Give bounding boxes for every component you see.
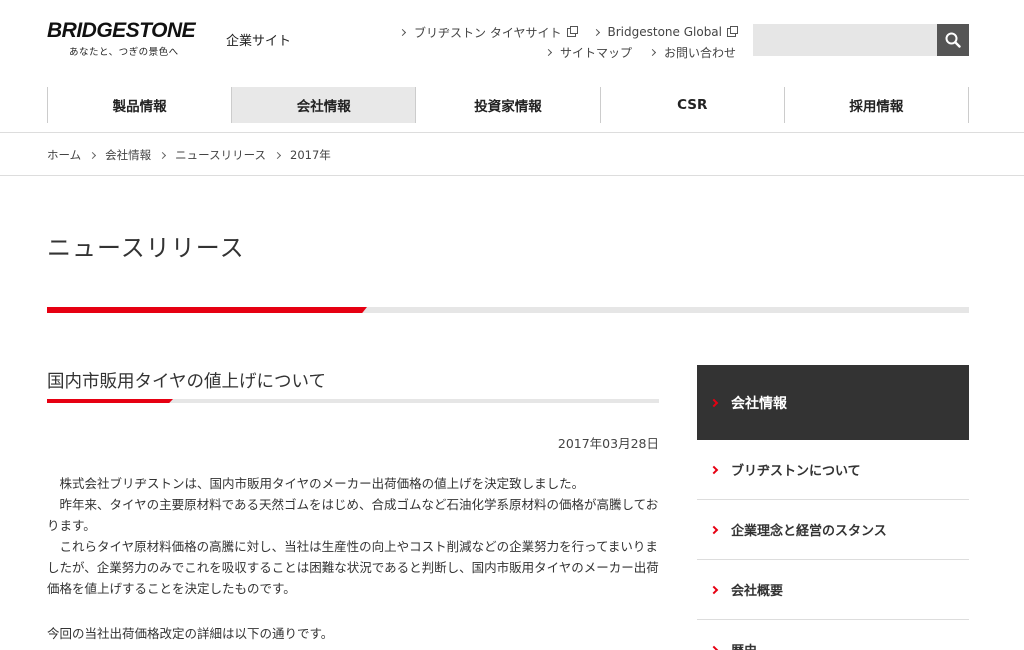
sidebar-nav: 会社情報 ブリヂストンについて 企業理念と経営のスタンス 会社概要 歴史 [697,365,969,650]
breadcrumb: ホーム 会社情報 ニュースリリース 2017年 [47,147,331,163]
search-input[interactable] [753,24,937,56]
bridgestone-logo[interactable]: BRIDGESTONE あなたと、つぎの景色へ [47,19,215,59]
breadcrumb-company[interactable]: 会社情報 [105,147,151,163]
sidebar-heading[interactable]: 会社情報 [697,365,969,440]
sidebar-item-about[interactable]: ブリヂストンについて [697,440,969,500]
nav-recruit[interactable]: 採用情報 [783,87,970,123]
breadcrumb-current: 2017年 [290,148,331,162]
chevron-right-icon [592,28,600,36]
tire-site-link[interactable]: ブリヂストン タイヤサイト [398,24,578,41]
chevron-right-icon [709,525,719,534]
sidebar-item-label: 歴史 [731,640,757,650]
chevron-right-icon [648,48,657,56]
chevron-right-icon [709,465,719,474]
chevron-right-icon [273,151,282,159]
article-date: 2017年03月28日 [557,436,659,451]
sidebar-item-overview[interactable]: 会社概要 [697,560,969,620]
external-link-icon [566,25,578,37]
sidebar-item-label: 企業理念と経営のスタンス [731,524,887,539]
search-button[interactable] [937,24,969,56]
sidebar-heading-label: 会社情報 [731,395,787,412]
contact-link-label: お問い合わせ [663,45,736,60]
article-title-underline [47,399,659,403]
sidebar-item-philosophy[interactable]: 企業理念と経営のスタンス [697,500,969,560]
breadcrumb-news[interactable]: ニュースリリース [175,147,266,163]
title-underline [47,307,969,313]
breadcrumb-home[interactable]: ホーム [47,147,81,163]
site-name: 企業サイト [226,34,292,49]
chevron-right-icon [709,585,719,594]
title-underline-accent [47,307,367,313]
chevron-right-icon [709,398,719,407]
sidebar-item-history[interactable]: 歴史 [697,620,969,650]
search-icon [945,32,961,48]
chevron-right-icon [709,645,719,650]
external-link-icon [727,25,738,37]
utility-links: ブリヂストン タイヤサイト Bridgestone Global サイトマップ … [398,22,738,62]
sidebar-item-label: 会社概要 [731,584,784,599]
page-title: ニュースリリース [47,234,245,262]
nav-csr[interactable]: CSR [599,87,784,123]
nav-investors[interactable]: 投資家情報 [415,87,599,123]
chevron-right-icon [544,48,553,56]
sitemap-link[interactable]: サイトマップ [544,44,632,61]
article-underline-accent [47,399,173,403]
sitemap-link-label: サイトマップ [559,45,632,60]
chevron-right-icon [89,151,97,159]
global-site-link-label: Bridgestone Global [607,25,723,39]
nav-company[interactable]: 会社情報 [231,87,416,123]
nav-products[interactable]: 製品情報 [47,87,231,123]
article-note: 今回の当社出荷価格改定の詳細は以下の通りです。 [47,626,334,641]
sidebar-item-label: ブリヂストンについて [731,464,861,479]
logo-tagline: あなたと、つぎの景色へ [69,47,179,58]
global-nav: 製品情報 会社情報 投資家情報 CSR 採用情報 [47,87,970,123]
divider [0,132,1024,133]
divider [0,175,1024,176]
article-paragraph: 昨年来、タイヤの主要原材料である天然ゴムをはじめ、合成ゴムなど石油化学系原材料の… [47,497,659,533]
global-site-link[interactable]: Bridgestone Global [592,25,738,39]
article-title: 国内市販用タイヤの値上げについて [47,372,326,392]
article-body: 株式会社ブリヂストンは、国内市販用タイヤのメーカー出荷価格の値上げを決定致しまし… [47,473,659,599]
chevron-right-icon [159,151,167,159]
logo-wordmark: BRIDGESTONE [47,19,196,42]
article-paragraph: これらタイヤ原材料価格の高騰に対し、当社は生産性の向上やコスト削減などの企業努力… [47,539,659,596]
article-paragraph: 株式会社ブリヂストンは、国内市販用タイヤのメーカー出荷価格の値上げを決定致しまし… [59,476,585,491]
contact-link[interactable]: お問い合わせ [648,44,736,61]
tire-site-link-label: ブリヂストン タイヤサイト [414,25,562,40]
chevron-right-icon [398,28,407,36]
